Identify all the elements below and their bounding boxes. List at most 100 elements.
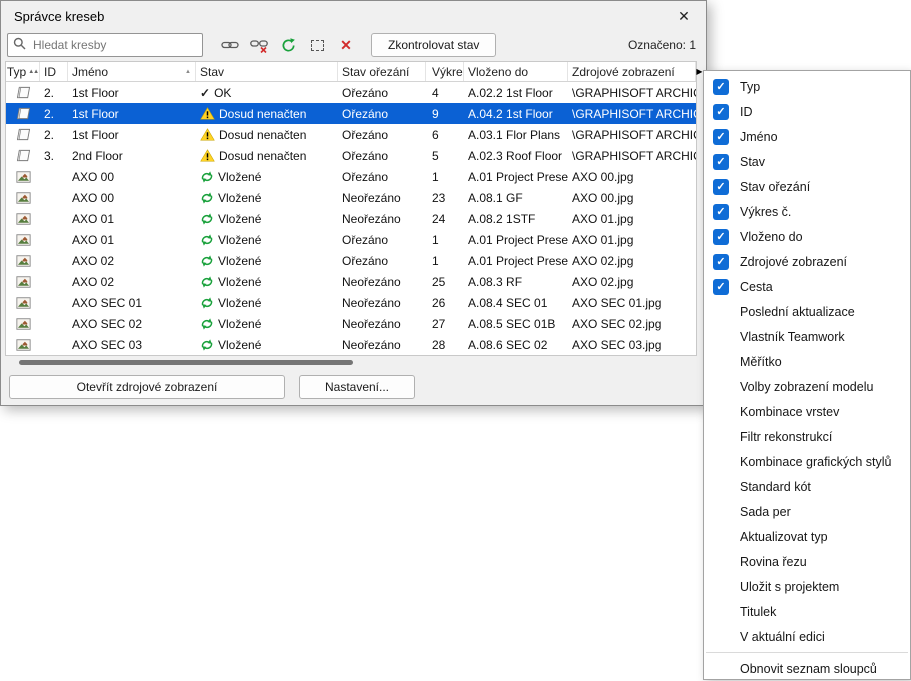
update-arrows-icon [200, 170, 214, 184]
close-icon[interactable]: ✕ [662, 1, 706, 31]
menu-item[interactable]: ✓ Vloženo do [704, 224, 910, 249]
horizontal-scrollbar[interactable] [5, 357, 697, 367]
cell-type [6, 334, 40, 355]
col-header-id[interactable]: ID [40, 62, 68, 81]
col-header-name[interactable]: Jméno ▲ [68, 62, 196, 81]
sort-icons: ▲▲ [28, 69, 38, 75]
settings-button[interactable]: Nastavení... [299, 375, 415, 399]
table-row[interactable]: 2. 1st Floor ✓ OK Ořezáno 4 A.02.2 1st F… [6, 82, 696, 103]
cell-type [6, 292, 40, 313]
cell-placed-to: A.01 Project Prese... [464, 250, 568, 271]
menu-item[interactable]: ✓ Uložit s projektem [704, 574, 910, 599]
menu-item[interactable]: ✓ V aktuální edici [704, 624, 910, 649]
menu-item[interactable]: ✓ Standard kót [704, 474, 910, 499]
cell-placed-to: A.08.1 GF [464, 187, 568, 208]
status-text: Vložené [218, 212, 261, 226]
image-type-icon [16, 171, 31, 183]
drawing-type-icon [16, 149, 31, 162]
update-arrows-icon [200, 212, 214, 226]
break-link-icon[interactable] [247, 34, 271, 56]
col-header-crop[interactable]: Stav ořezání [338, 62, 426, 81]
cell-name: AXO 00 [68, 187, 196, 208]
cell-placed-to: A.01 Project Prese... [464, 229, 568, 250]
cell-placed-to: A.08.6 SEC 02 [464, 334, 568, 355]
menu-item[interactable]: ✓ Titulek [704, 599, 910, 624]
cell-source-view: AXO 00.jpg [568, 187, 696, 208]
menu-item[interactable]: ✓ Rovina řezu [704, 549, 910, 574]
selection-count: Označeno: 1 [628, 38, 696, 52]
update-arrows-icon [200, 296, 214, 310]
table-row[interactable]: AXO 02 ✓ Vložené Ořezáno 1 A.01 Project … [6, 250, 696, 271]
menu-item[interactable]: ✓ Cesta [704, 274, 910, 299]
menu-item[interactable]: ✓ Poslední aktualizace [704, 299, 910, 324]
menu-item[interactable]: ✓ Zdrojové zobrazení [704, 249, 910, 274]
update-status-icon[interactable] [276, 34, 300, 56]
status-text: OK [214, 86, 231, 100]
cell-type [6, 250, 40, 271]
menu-item[interactable]: ✓ Vlastník Teamwork [704, 324, 910, 349]
menu-item[interactable]: ✓ Aktualizovat typ [704, 524, 910, 549]
cell-crop-status: Neořezáno [338, 334, 426, 355]
relink-marquee-icon[interactable] [305, 34, 329, 56]
menu-item[interactable]: ✓ Obnovit seznam sloupců [704, 656, 910, 681]
menu-item[interactable]: ✓ Měřítko [704, 349, 910, 374]
menu-item[interactable]: ✓ Stav ořezání [704, 174, 910, 199]
search-box[interactable] [7, 33, 203, 57]
menu-item[interactable]: ✓ Výkres č. [704, 199, 910, 224]
cell-drawing-number: 25 [426, 271, 464, 292]
menu-item[interactable]: ✓ Sada per [704, 499, 910, 524]
col-header-status[interactable]: Stav [196, 62, 338, 81]
cell-id [40, 208, 68, 229]
table-row[interactable]: AXO 00 ✓ Vložené Ořezáno 1 A.01 Project … [6, 166, 696, 187]
menu-item[interactable]: ✓ Jméno [704, 124, 910, 149]
col-header-number[interactable]: Výkres... [426, 62, 464, 81]
scrollbar-thumb[interactable] [19, 360, 353, 365]
table-row[interactable]: AXO SEC 01 ✓ Vložené Neořezáno 26 A.08.4… [6, 292, 696, 313]
link-drawing-icon[interactable] [218, 34, 242, 56]
status-text: Vložené [218, 317, 261, 331]
cell-id [40, 271, 68, 292]
table-row[interactable]: AXO 01 ✓ Vložené Neořezáno 24 A.08.2 1ST… [6, 208, 696, 229]
cell-drawing-number: 9 [426, 103, 464, 124]
menu-item[interactable]: ✓ Typ [704, 74, 910, 99]
cell-crop-status: Ořezáno [338, 229, 426, 250]
search-input[interactable] [31, 37, 197, 53]
delete-icon[interactable]: ✕ [334, 34, 358, 56]
cell-source-view: \GRAPHISOFT ARCHICAD [568, 82, 696, 103]
menu-item[interactable]: ✓ ID [704, 99, 910, 124]
table-row[interactable]: 2. 1st Floor ✓ Dosud nenačten Ořezáno 6 … [6, 124, 696, 145]
warning-icon [200, 149, 215, 162]
title-bar[interactable]: Správce kreseb ✕ [1, 1, 706, 31]
table-row[interactable]: 3. 2nd Floor ✓ Dosud nenačten Ořezáno 5 … [6, 145, 696, 166]
menu-item[interactable]: ✓ Stav [704, 149, 910, 174]
cell-crop-status: Ořezáno [338, 124, 426, 145]
cell-crop-status: Ořezáno [338, 250, 426, 271]
table-row[interactable]: AXO SEC 02 ✓ Vložené Neořezáno 27 A.08.5… [6, 313, 696, 334]
checkbox-checked-icon: ✓ [713, 254, 729, 270]
col-header-typ[interactable]: Typ ▲▲ [6, 62, 40, 81]
table-row[interactable]: AXO 00 ✓ Vložené Neořezáno 23 A.08.1 GF … [6, 187, 696, 208]
table-row[interactable]: AXO SEC 03 ✓ Vložené Neořezáno 28 A.08.6… [6, 334, 696, 355]
table-row[interactable]: AXO 01 ✓ Vložené Ořezáno 1 A.01 Project … [6, 229, 696, 250]
cell-crop-status: Neořezáno [338, 271, 426, 292]
cell-status: ✓ Vložené [196, 208, 338, 229]
cell-type [6, 229, 40, 250]
image-type-icon [16, 234, 31, 246]
check-status-button[interactable]: Zkontrolovat stav [371, 33, 496, 57]
image-type-icon [16, 297, 31, 309]
table-row[interactable]: AXO 02 ✓ Vložené Neořezáno 25 A.08.3 RF … [6, 271, 696, 292]
menu-item[interactable]: ✓ Filtr rekonstrukcí [704, 424, 910, 449]
cell-crop-status: Neořezáno [338, 313, 426, 334]
cell-placed-to: A.08.3 RF [464, 271, 568, 292]
cell-drawing-number: 1 [426, 229, 464, 250]
cell-name: AXO 02 [68, 250, 196, 271]
menu-item[interactable]: ✓ Kombinace grafických stylů [704, 449, 910, 474]
col-header-source[interactable]: Zdrojové zobrazení [568, 62, 696, 81]
open-source-view-button[interactable]: Otevřít zdrojové zobrazení [9, 375, 285, 399]
menu-item[interactable]: ✓ Volby zobrazení modelu [704, 374, 910, 399]
menu-item[interactable]: ✓ Kombinace vrstev [704, 399, 910, 424]
update-arrows-icon [200, 275, 214, 289]
table-row[interactable]: 2. 1st Floor ✓ Dosud nenačten Ořezáno 9 … [6, 103, 696, 124]
col-header-placed[interactable]: Vloženo do [464, 62, 568, 81]
cell-source-view: AXO 01.jpg [568, 208, 696, 229]
